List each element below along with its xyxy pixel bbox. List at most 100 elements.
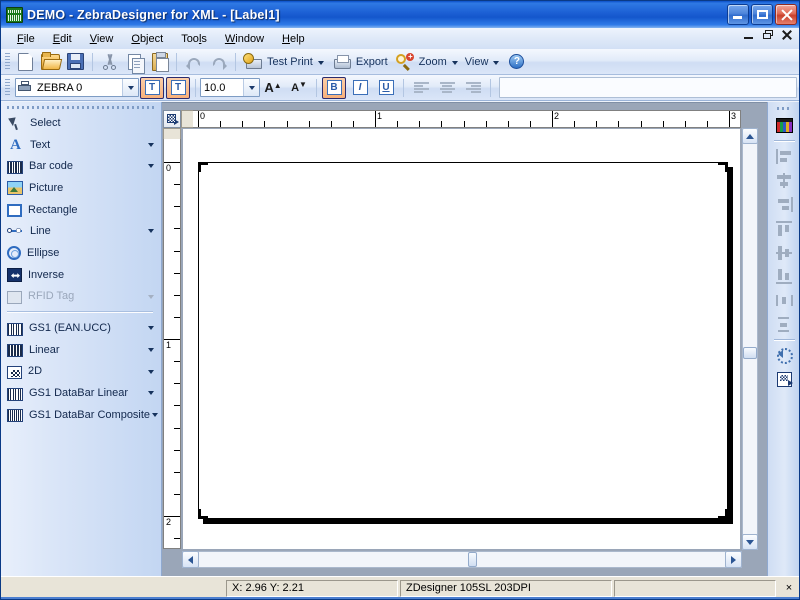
vertical-ruler[interactable]: 0 1 2 <box>163 139 181 549</box>
scroll-down-button[interactable] <box>742 534 758 550</box>
increase-font-size-button[interactable]: A▲ <box>261 77 285 99</box>
menu-item-view[interactable]: View <box>81 31 123 47</box>
align-toolbar-grip[interactable] <box>777 105 792 112</box>
decrease-font-size-button[interactable]: A▼ <box>287 77 311 99</box>
rotate-button[interactable] <box>773 344 797 367</box>
italic-button[interactable]: I <box>348 77 372 99</box>
graphic-font-button[interactable]: T <box>166 76 190 99</box>
tool-linear-dropdown-icon[interactable] <box>148 347 154 352</box>
align-left-object-button[interactable] <box>773 145 797 168</box>
zoom-label[interactable]: Zoom <box>417 56 451 68</box>
tool-text-dropdown-icon[interactable] <box>148 142 154 147</box>
tool-gs1-dropdown-icon[interactable] <box>148 326 154 331</box>
font-name-dropdown-icon[interactable] <box>122 79 138 96</box>
undo-button[interactable] <box>182 51 205 73</box>
font-size-dropdown-icon[interactable] <box>243 79 259 96</box>
align-center-vertical-button[interactable] <box>773 169 797 192</box>
tool-databar-linear-label: GS1 DataBar Linear <box>29 387 129 400</box>
vertical-scrollbar[interactable] <box>742 128 758 550</box>
align-center-button[interactable] <box>435 77 459 99</box>
scroll-right-button[interactable] <box>725 551 742 568</box>
font-name-combo[interactable]: ZEBRA 0 <box>15 78 139 97</box>
scroll-left-button[interactable] <box>182 551 199 568</box>
tool-barcode-dropdown-icon[interactable] <box>148 164 154 169</box>
tool-line[interactable]: Line <box>1 220 161 242</box>
tool-2d[interactable]: 2D <box>1 361 161 383</box>
help-question-icon: ? <box>509 54 525 69</box>
align-bottom-button[interactable] <box>773 265 797 288</box>
distribute-horizontal-button[interactable] <box>773 289 797 312</box>
paste-button[interactable] <box>148 51 171 73</box>
view-dropdown-icon[interactable] <box>493 60 500 65</box>
export-label[interactable]: Export <box>354 56 392 68</box>
mdi-close-icon[interactable] <box>781 29 793 41</box>
export-button[interactable] <box>330 51 353 73</box>
open-button[interactable] <box>39 51 62 73</box>
scroll-up-button[interactable] <box>742 128 758 144</box>
save-button[interactable] <box>64 51 87 73</box>
printer-font-button[interactable]: T <box>140 76 164 99</box>
label-page[interactable] <box>198 162 728 519</box>
minimize-button[interactable] <box>727 4 749 25</box>
label-setup-button[interactable] <box>773 368 797 391</box>
copy-button[interactable] <box>123 51 146 74</box>
mdi-restore-icon[interactable] <box>762 29 774 41</box>
tool-barcode[interactable]: Bar code <box>1 155 161 177</box>
align-middle-button[interactable] <box>773 241 797 264</box>
maximize-button[interactable] <box>751 4 773 25</box>
tool-gs1-eanucc[interactable]: GS1 (EAN.UCC) <box>1 317 161 339</box>
close-button[interactable] <box>775 4 797 25</box>
test-print-button[interactable] <box>241 51 264 73</box>
ruler-corner-button[interactable] <box>163 110 181 128</box>
menu-item-file[interactable]: File <box>8 31 44 47</box>
align-right-icon <box>465 81 481 94</box>
align-left-button[interactable] <box>409 77 433 99</box>
cut-button[interactable] <box>98 51 121 73</box>
format-toolbar-grip[interactable] <box>5 78 10 97</box>
align-right-button[interactable] <box>461 77 485 99</box>
toolbox-grip[interactable] <box>7 104 155 111</box>
menu-item-help[interactable]: Help <box>273 31 314 47</box>
menu-item-edit[interactable]: Edit <box>44 31 81 47</box>
format-extra-field[interactable] <box>499 77 797 98</box>
menu-item-window[interactable]: Window <box>216 31 273 47</box>
new-button[interactable] <box>14 51 37 73</box>
font-size-combo[interactable]: 10.0 <box>200 78 260 97</box>
mdi-minimize-icon[interactable] <box>743 29 755 41</box>
status-resize-grip[interactable]: × <box>778 580 799 597</box>
tool-linear[interactable]: Linear <box>1 339 161 361</box>
tool-text[interactable]: A Text <box>1 134 161 156</box>
test-print-dropdown-icon[interactable] <box>317 60 324 65</box>
test-print-label[interactable]: Test Print <box>265 56 317 68</box>
tool-databar-linear[interactable]: GS1 DataBar Linear <box>1 382 161 404</box>
vertical-scroll-thumb[interactable] <box>743 347 757 359</box>
toolbar-grip[interactable] <box>5 52 10 71</box>
align-right-object-button[interactable] <box>773 193 797 216</box>
tool-ellipse[interactable]: Ellipse <box>1 242 161 264</box>
help-button[interactable]: ? <box>505 51 528 73</box>
horizontal-scrollbar[interactable] <box>182 551 742 568</box>
tool-line-dropdown-icon[interactable] <box>148 229 154 234</box>
format-separator <box>316 78 317 97</box>
tool-picture[interactable]: Picture <box>1 177 161 199</box>
distribute-vertical-button[interactable] <box>773 313 797 336</box>
redo-button[interactable] <box>207 51 230 73</box>
horizontal-scroll-thumb[interactable] <box>468 552 477 567</box>
zoom-button[interactable]: + <box>393 51 416 73</box>
align-top-button[interactable] <box>773 217 797 240</box>
tool-databar-composite-dropdown-icon[interactable] <box>152 412 158 417</box>
colors-button[interactable] <box>773 114 797 137</box>
menu-item-tools[interactable]: Tools <box>172 31 216 47</box>
tool-inverse[interactable]: Inverse <box>1 264 161 286</box>
tool-databar-linear-dropdown-icon[interactable] <box>148 391 154 396</box>
tool-select[interactable]: Select <box>1 112 161 134</box>
underline-button[interactable]: U <box>374 77 398 99</box>
view-label[interactable]: View <box>463 56 493 68</box>
zoom-dropdown-icon[interactable] <box>451 60 458 65</box>
tool-rectangle[interactable]: Rectangle <box>1 199 161 221</box>
menu-item-object[interactable]: Object <box>122 31 172 47</box>
bold-button[interactable]: B <box>322 76 346 99</box>
horizontal-ruler[interactable]: 0 1 2 3 <box>193 110 741 128</box>
tool-databar-composite[interactable]: GS1 DataBar Composite <box>1 404 161 426</box>
tool-2d-dropdown-icon[interactable] <box>148 369 154 374</box>
